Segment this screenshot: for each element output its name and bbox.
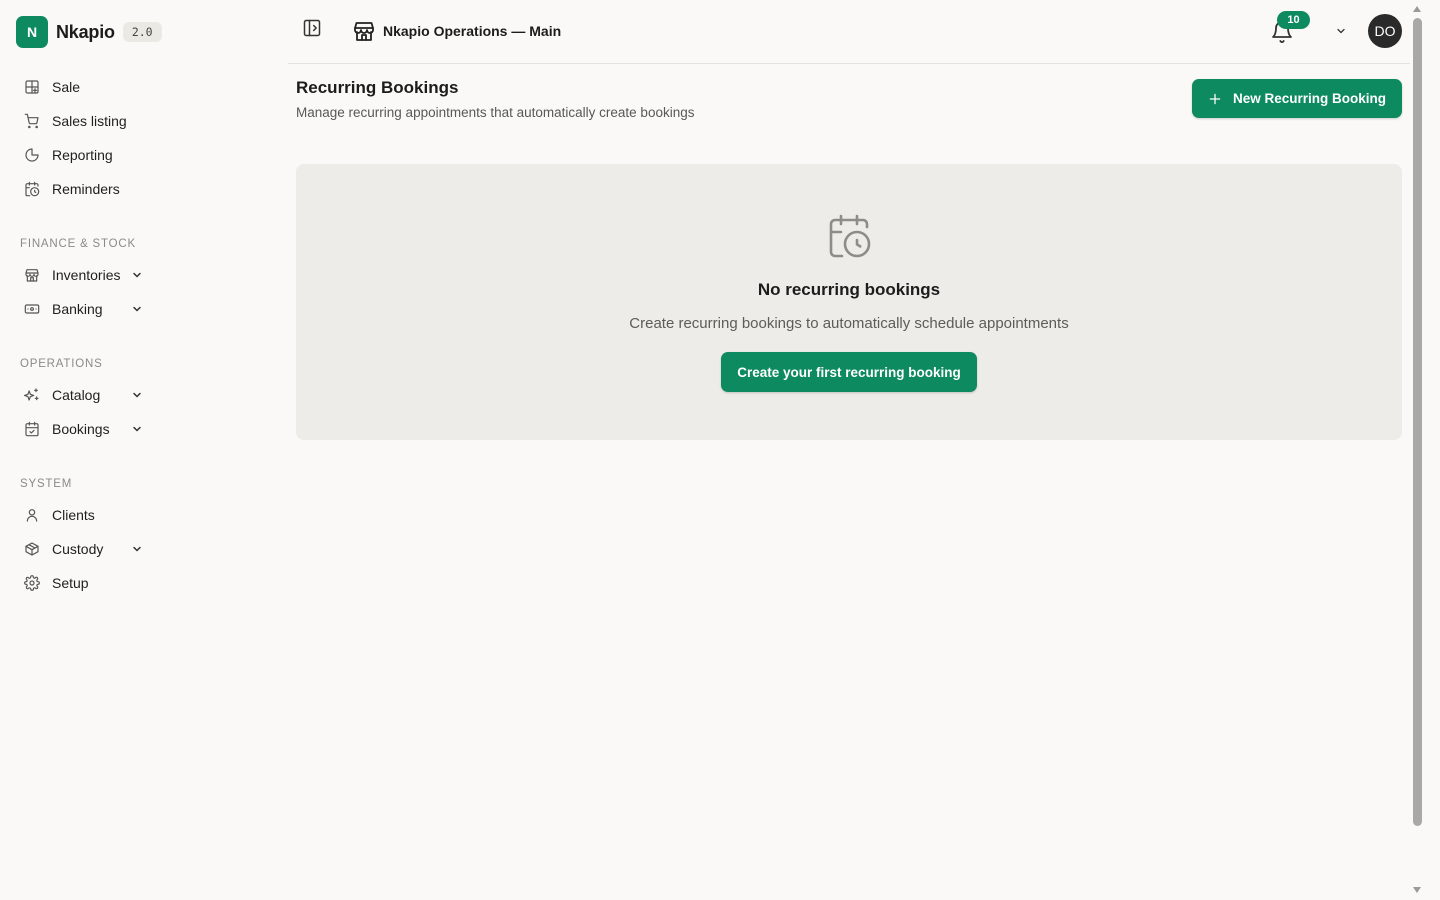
grid-plus-icon xyxy=(25,80,39,94)
sidebar-item-setup[interactable]: Setup xyxy=(0,566,288,600)
empty-state-text: Create recurring bookings to automatical… xyxy=(629,315,1069,332)
sidebar-item-clients[interactable]: Clients xyxy=(0,498,288,532)
sidebar-item-label: Clients xyxy=(52,507,95,523)
sidebar-item-sale[interactable]: Sale xyxy=(0,70,288,104)
version-badge: 2.0 xyxy=(122,22,162,42)
notification-badge: 10 xyxy=(1277,11,1310,29)
chevron-down-icon xyxy=(133,306,141,312)
sidebar-item-label: Banking xyxy=(52,301,103,317)
sidebar-item-sales-listing[interactable]: Sales listing xyxy=(0,104,288,138)
sidebar-item-bookings[interactable]: Bookings xyxy=(0,412,288,446)
brand-name: Nkapio xyxy=(56,21,115,42)
empty-state-title: No recurring bookings xyxy=(757,280,941,299)
create-first-booking-button[interactable]: Create your first recurring booking xyxy=(721,352,977,392)
calendar-clock-icon xyxy=(25,181,40,197)
section-label-system: SYSTEM xyxy=(20,478,73,490)
chevron-down-icon xyxy=(133,546,141,552)
calendar-clock-icon xyxy=(829,214,871,258)
sidebar-item-reporting[interactable]: Reporting xyxy=(0,138,288,172)
new-recurring-booking-button[interactable]: New Recurring Booking xyxy=(1192,79,1402,118)
scrollbar-thumb[interactable] xyxy=(1413,18,1422,826)
chevron-down-icon xyxy=(133,272,141,278)
sidebar-item-label: Setup xyxy=(52,575,89,591)
gear-icon xyxy=(24,575,40,591)
sidebar-item-reminders[interactable]: Reminders xyxy=(0,172,288,206)
section-label-finance: FINANCE & STOCK xyxy=(20,238,136,250)
chevron-down-icon xyxy=(133,426,141,432)
sidebar-item-label: Sale xyxy=(52,79,81,95)
brand-logo: N xyxy=(16,16,48,48)
sidebar-item-custody[interactable]: Custody xyxy=(0,532,288,566)
page-title: Recurring Bookings xyxy=(296,78,459,97)
sidebar-item-label: Sales listing xyxy=(52,113,127,129)
empty-state: No recurring bookings Create recurring b… xyxy=(296,164,1402,440)
avatar[interactable]: DO xyxy=(1368,14,1402,48)
cart-icon xyxy=(24,113,39,129)
sidebar-item-label: Bookings xyxy=(52,421,110,437)
new-recurring-booking-label: New Recurring Booking xyxy=(1232,91,1386,106)
pie-chart-icon xyxy=(25,148,39,162)
banknote-icon xyxy=(24,304,40,314)
section-label-operations: OPERATIONS xyxy=(20,358,103,370)
sidebar-item-catalog[interactable]: Catalog xyxy=(0,378,288,412)
store-selector[interactable]: Nkapio Operations — Main xyxy=(352,19,561,43)
sidebar: N Nkapio 2.0 Sale Sales listing Reportin… xyxy=(0,0,288,900)
chevron-down-icon[interactable] xyxy=(1335,25,1347,37)
sidebar-item-inventories[interactable]: Inventories xyxy=(0,258,288,292)
sidebar-item-label: Reminders xyxy=(52,181,120,197)
scroll-down-arrow-icon[interactable] xyxy=(1412,886,1422,894)
user-icon xyxy=(26,509,38,522)
sidebar-item-label: Custody xyxy=(52,541,104,557)
topbar: Nkapio Operations — Main 10 DO xyxy=(288,0,1410,64)
scroll-up-arrow-icon[interactable] xyxy=(1412,5,1422,13)
sidebar-item-label: Inventories xyxy=(52,267,121,283)
sidebar-item-label: Catalog xyxy=(52,387,101,403)
brand[interactable]: N Nkapio 2.0 xyxy=(16,16,162,48)
page-subtitle: Manage recurring appointments that autom… xyxy=(296,105,695,120)
sidebar-item-label: Reporting xyxy=(52,147,113,163)
calendar-check-icon xyxy=(25,421,39,437)
sidebar-item-banking[interactable]: Banking xyxy=(0,292,288,326)
sidebar-nav: Sale Sales listing Reporting Reminders F… xyxy=(0,70,288,600)
store-name: Nkapio Operations — Main xyxy=(383,23,562,39)
package-icon xyxy=(25,542,39,556)
sparkles-icon xyxy=(24,388,39,401)
warehouse-icon xyxy=(25,269,39,282)
sidebar-toggle-icon[interactable] xyxy=(302,18,322,38)
store-icon xyxy=(354,22,374,41)
chevron-down-icon xyxy=(133,392,141,398)
plus-icon xyxy=(1209,93,1221,104)
